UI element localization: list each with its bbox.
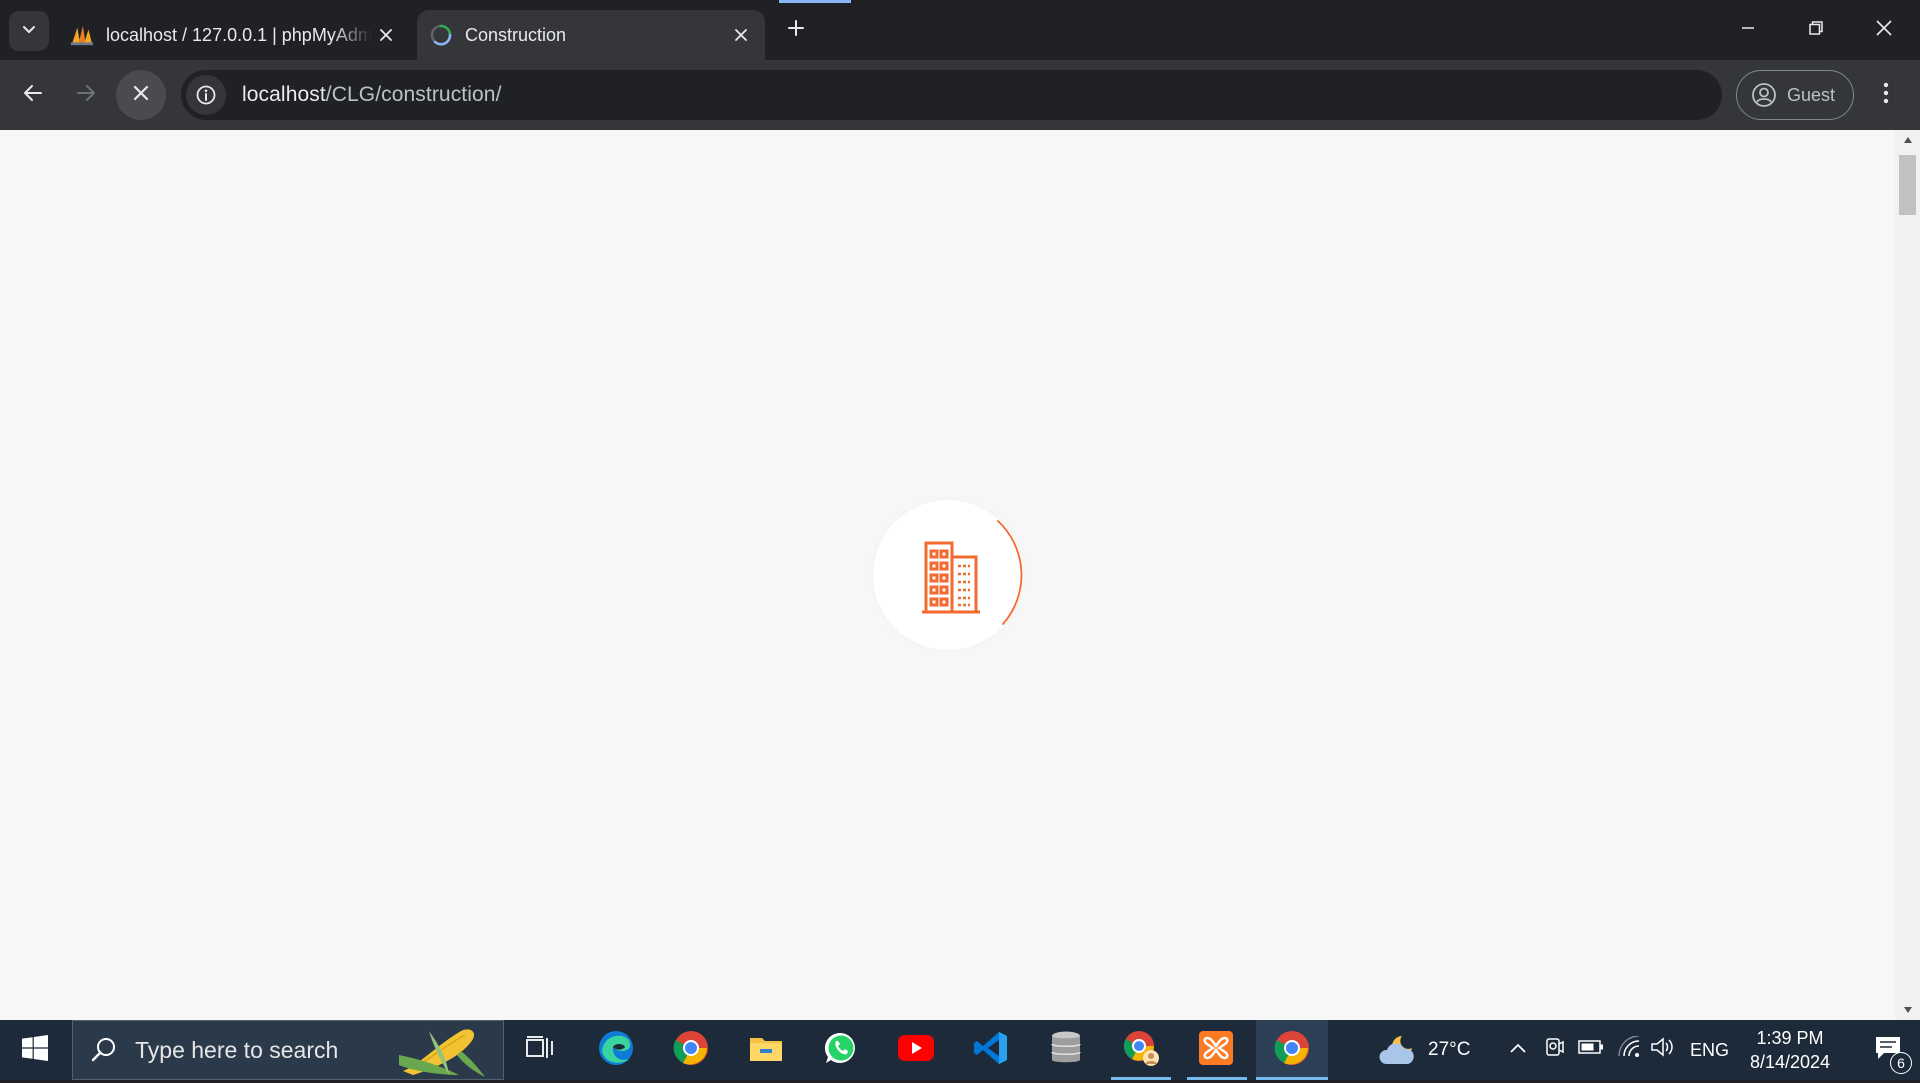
- close-tab-icon[interactable]: [372, 21, 400, 49]
- address-bar[interactable]: localhost/CLG/construction/: [181, 70, 1722, 120]
- close-icon: [132, 84, 150, 107]
- youtube-icon: [897, 1034, 935, 1067]
- chevron-down-icon: [21, 21, 37, 42]
- profile-label: Guest: [1787, 84, 1836, 105]
- minimize-button[interactable]: [1714, 0, 1782, 60]
- search-highlight-corn-icon: [399, 1025, 489, 1083]
- more-vertical-icon: [1883, 82, 1889, 109]
- account-circle-icon: [1751, 82, 1777, 108]
- taskbar-database-app[interactable]: [1030, 1020, 1102, 1080]
- taskbar-chrome[interactable]: [655, 1020, 727, 1080]
- taskbar-file-explorer[interactable]: [730, 1020, 802, 1080]
- chevron-up-icon: [1508, 1039, 1528, 1061]
- tab-title: Construction: [465, 24, 567, 45]
- chrome-profile-icon: [1121, 1028, 1161, 1073]
- new-tab-button[interactable]: [780, 14, 812, 46]
- stop-loading-button[interactable]: [116, 70, 166, 120]
- taskbar-chrome-active[interactable]: [1256, 1020, 1328, 1080]
- browser-menu-button[interactable]: [1866, 70, 1906, 120]
- restore-icon: [1808, 20, 1824, 41]
- show-hidden-icons-button[interactable]: [1508, 1020, 1528, 1080]
- weather-widget[interactable]: 27°C: [1378, 1020, 1470, 1080]
- tab-phpmyadmin[interactable]: localhost / 127.0.0.1 | phpMyAdmin: [58, 10, 410, 60]
- plus-icon: [787, 19, 805, 42]
- language-indicator[interactable]: ENG: [1690, 1020, 1729, 1080]
- chrome-icon: [1273, 1029, 1311, 1072]
- clock-time: 1:39 PM: [1756, 1028, 1824, 1048]
- arrow-right-icon: [75, 82, 97, 109]
- speaker-icon: [1650, 1036, 1676, 1064]
- whatsapp-icon: [823, 1030, 859, 1071]
- building-icon: [916, 539, 986, 620]
- close-tab-icon[interactable]: [727, 21, 755, 49]
- minimize-icon: [1740, 20, 1756, 41]
- scrollbar-thumb[interactable]: [1899, 155, 1916, 215]
- network-button[interactable]: [1617, 1020, 1641, 1080]
- start-button[interactable]: [0, 1020, 70, 1080]
- restore-button[interactable]: [1782, 0, 1850, 60]
- scroll-down-arrow-icon[interactable]: [1895, 1000, 1920, 1020]
- language-label: ENG: [1690, 1039, 1730, 1060]
- volume-button[interactable]: [1650, 1020, 1676, 1080]
- close-window-button[interactable]: [1850, 0, 1918, 60]
- taskbar-youtube[interactable]: [880, 1020, 952, 1080]
- page-preloader: [873, 500, 1023, 650]
- page-loading-icon: [429, 23, 453, 47]
- task-view-button[interactable]: [504, 1020, 576, 1080]
- windows-taskbar: Type here to search 27°C ENG 1:39 PM 8/1…: [0, 1020, 1920, 1080]
- taskbar-xampp[interactable]: [1180, 1020, 1252, 1080]
- action-center-button[interactable]: 6: [1856, 1020, 1920, 1080]
- battery-button[interactable]: [1578, 1020, 1604, 1080]
- database-icon: [1049, 1030, 1083, 1071]
- partly-cloudy-night-icon: [1378, 1032, 1418, 1068]
- close-icon: [1875, 19, 1893, 42]
- scroll-up-arrow-icon[interactable]: [1895, 130, 1920, 150]
- url-path: /CLG/construction/: [325, 83, 502, 106]
- forward-button[interactable]: [61, 70, 111, 120]
- url-host: localhost: [242, 83, 326, 106]
- file-explorer-icon: [748, 1032, 784, 1069]
- tab-title: localhost / 127.0.0.1 | phpMyAdmin: [106, 24, 372, 45]
- windows-logo-icon: [22, 1034, 48, 1066]
- vertical-scrollbar[interactable]: [1895, 130, 1920, 1020]
- tab-search-button[interactable]: [9, 11, 49, 51]
- meet-now-icon: [1543, 1036, 1565, 1064]
- browser-toolbar: localhost/CLG/construction/ Guest: [0, 60, 1920, 130]
- search-placeholder: Type here to search: [135, 1036, 339, 1063]
- back-button[interactable]: [8, 70, 58, 120]
- meet-now-button[interactable]: [1543, 1020, 1565, 1080]
- xampp-icon: [1198, 1030, 1234, 1071]
- edge-icon: [597, 1029, 635, 1072]
- taskbar-chrome-profile[interactable]: [1105, 1020, 1177, 1080]
- taskbar-vscode[interactable]: [955, 1020, 1027, 1080]
- weather-temperature: 27°C: [1428, 1039, 1471, 1060]
- wifi-icon: [1617, 1035, 1641, 1064]
- clock-date: 8/14/2024: [1749, 1052, 1831, 1072]
- url-text: localhost/CLG/construction/: [242, 83, 502, 107]
- search-icon: [91, 1037, 117, 1063]
- battery-icon: [1578, 1039, 1604, 1061]
- vscode-icon: [973, 1030, 1009, 1071]
- notification-count-badge: 6: [1890, 1052, 1912, 1074]
- taskbar-search-box[interactable]: Type here to search: [72, 1020, 504, 1080]
- phpmyadmin-icon: [70, 23, 94, 47]
- loading-indicator: [779, 0, 851, 3]
- profile-button[interactable]: Guest: [1736, 70, 1854, 120]
- chrome-icon: [672, 1029, 710, 1072]
- browser-tab-strip: localhost / 127.0.0.1 | phpMyAdmin Const…: [0, 0, 1920, 60]
- tab-construction[interactable]: Construction: [417, 10, 765, 60]
- site-info-icon[interactable]: [186, 75, 226, 115]
- taskbar-whatsapp[interactable]: [805, 1020, 877, 1080]
- arrow-left-icon: [22, 82, 44, 109]
- task-view-icon: [525, 1035, 555, 1066]
- taskbar-edge[interactable]: [580, 1020, 652, 1080]
- page-content: [0, 130, 1895, 1020]
- taskbar-clock[interactable]: 1:39 PM 8/14/2024: [1730, 1026, 1850, 1074]
